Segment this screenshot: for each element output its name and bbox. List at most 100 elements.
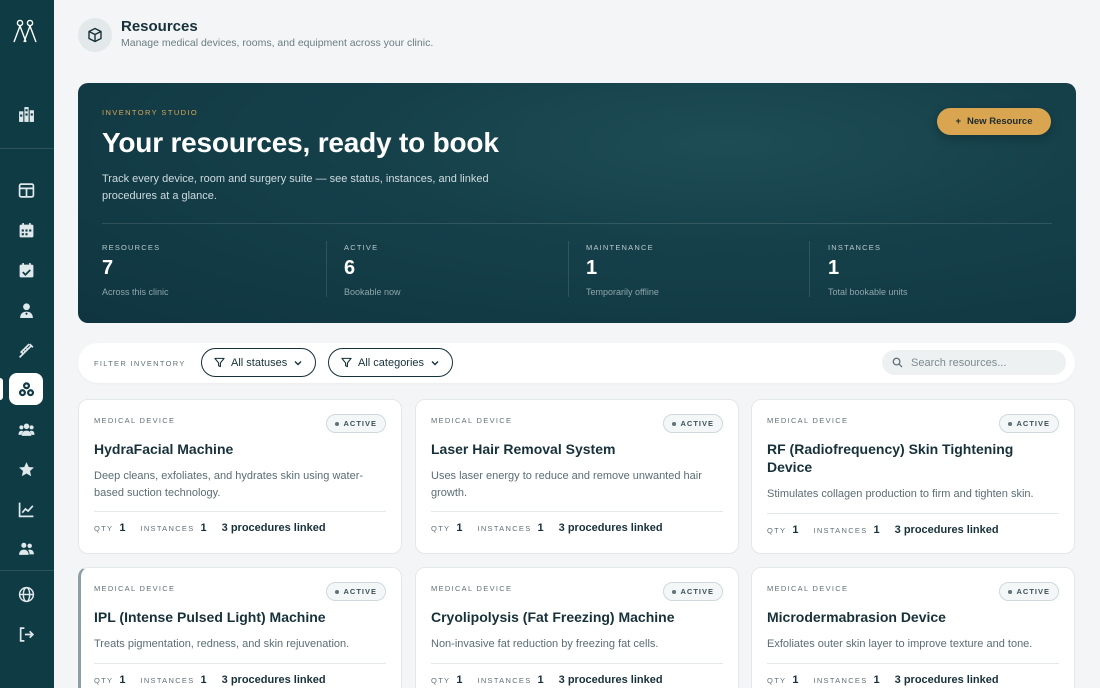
globe-icon: [18, 586, 34, 602]
status-label: ACTIVE: [1016, 587, 1050, 596]
qty-label: QTY: [767, 675, 787, 685]
stat-maintenance: MAINTENANCE 1 Temporarily offline: [568, 241, 808, 299]
status-label: ACTIVE: [680, 587, 714, 596]
status-label: ACTIVE: [343, 587, 377, 596]
card-title: Microdermabrasion Device: [767, 609, 946, 625]
stat-resources: RESOURCES 7 Across this clinic: [102, 241, 342, 299]
instances-label: INSTANCES: [813, 675, 868, 685]
calendar-icon: [19, 222, 33, 237]
sidebar-item-practitioners[interactable]: [9, 294, 43, 326]
plus-icon: +: [955, 116, 962, 127]
search-icon: [892, 357, 903, 368]
layout-icon: [18, 182, 34, 198]
team-icon: [18, 542, 34, 555]
sidebar-item-procedures[interactable]: [9, 334, 43, 366]
inventory-hero: INVENTORY STUDIO Your resources, ready t…: [78, 83, 1076, 323]
card-title: RF (Radiofrequency) Skin Tightening Devi…: [767, 441, 1014, 475]
stat-label: INSTANCES: [828, 243, 882, 252]
card-description: Non-invasive fat reduction by freezing f…: [431, 638, 659, 650]
card-divider: [94, 663, 386, 664]
card-meta: QTY 1 INSTANCES 1 3 procedures linked: [431, 522, 663, 534]
qty-label: QTY: [94, 675, 114, 685]
chevron-down-icon: [294, 360, 302, 365]
stat-divider: [809, 241, 810, 297]
resources-header-icon: [78, 18, 112, 52]
brand-logo-icon[interactable]: [11, 17, 39, 45]
status-badge: ACTIVE: [999, 582, 1059, 601]
status-dot: [335, 421, 340, 426]
category-filter-label: All categories: [358, 356, 425, 369]
sidebar-item-clients[interactable]: [9, 413, 43, 445]
qty-value: 1: [456, 674, 463, 686]
status-label: ACTIVE: [680, 419, 714, 428]
filter-bar: FILTER INVENTORY All statuses All catego…: [78, 343, 1075, 383]
sidebar-item-logout[interactable]: [9, 618, 43, 650]
sidebar-item-dashboard[interactable]: [9, 174, 43, 206]
resource-card[interactable]: MEDICAL DEVICE ACTIVE HydraFacial Machin…: [78, 399, 402, 554]
instances-value: 1: [200, 674, 207, 686]
qty-value: 1: [792, 524, 799, 536]
status-dot: [1008, 421, 1013, 426]
sidebar-divider: [0, 570, 54, 571]
hero-divider: [102, 223, 1052, 224]
qty-label: QTY: [767, 525, 787, 535]
qty-label: QTY: [431, 523, 451, 533]
status-badge: ACTIVE: [663, 414, 723, 433]
stat-instances: INSTANCES 1 Total bookable units: [809, 241, 1049, 299]
resource-card[interactable]: MEDICAL DEVICE ACTIVE IPL (Intense Pulse…: [78, 567, 402, 688]
resource-card[interactable]: MEDICAL DEVICE ACTIVE RF (Radiofrequency…: [751, 399, 1075, 554]
status-badge: ACTIVE: [999, 414, 1059, 433]
stat-divider: [568, 241, 569, 297]
category-filter-dropdown[interactable]: All categories: [328, 348, 454, 377]
resource-card[interactable]: MEDICAL DEVICE ACTIVE Microdermabrasion …: [751, 567, 1075, 688]
stat-note: Total bookable units: [828, 287, 908, 297]
sidebar-item-language[interactable]: [9, 578, 43, 610]
qty-value: 1: [119, 674, 126, 686]
sidebar-item-clinics[interactable]: [9, 98, 43, 130]
procedures-linked: 3 procedures linked: [558, 522, 663, 534]
resource-card[interactable]: MEDICAL DEVICE ACTIVE Cryolipolysis (Fat…: [415, 567, 739, 688]
card-description: Uses laser energy to reduce and remove u…: [431, 470, 702, 499]
procedures-linked: 3 procedures linked: [894, 524, 999, 536]
card-category: MEDICAL DEVICE: [431, 584, 513, 593]
sidebar-item-appointments[interactable]: [9, 254, 43, 286]
status-badge: ACTIVE: [326, 582, 386, 601]
sidebar-item-team[interactable]: [9, 532, 43, 564]
stat-note: Across this clinic: [102, 287, 169, 297]
procedures-linked: 3 procedures linked: [558, 674, 663, 686]
sidebar-item-resources[interactable]: [9, 373, 43, 405]
page-title: Resources: [121, 18, 198, 35]
stat-label: MAINTENANCE: [586, 243, 654, 252]
sidebar-item-analytics[interactable]: [9, 493, 43, 525]
card-category: MEDICAL DEVICE: [94, 584, 176, 593]
filter-icon: [341, 357, 352, 368]
stat-note: Temporarily offline: [586, 287, 659, 297]
instances-label: INSTANCES: [477, 675, 532, 685]
hero-title: Your resources, ready to book: [102, 127, 499, 158]
card-meta: QTY 1 INSTANCES 1 3 procedures linked: [767, 674, 999, 686]
status-label: ACTIVE: [1016, 419, 1050, 428]
card-divider: [94, 511, 386, 512]
instances-label: INSTANCES: [813, 525, 868, 535]
instances-value: 1: [873, 674, 880, 686]
new-resource-label: New Resource: [967, 116, 1033, 127]
card-divider: [431, 511, 723, 512]
card-meta: QTY 1 INSTANCES 1 3 procedures linked: [94, 674, 326, 686]
sidebar-item-calendar[interactable]: [9, 214, 43, 246]
status-badge: ACTIVE: [663, 582, 723, 601]
card-category: MEDICAL DEVICE: [767, 584, 849, 593]
qty-value: 1: [456, 522, 463, 534]
status-dot: [1008, 589, 1013, 594]
sidebar-item-reviews[interactable]: [9, 453, 43, 485]
card-title: Laser Hair Removal System: [431, 441, 616, 457]
status-filter-dropdown[interactable]: All statuses: [201, 348, 317, 377]
procedures-linked: 3 procedures linked: [221, 522, 326, 534]
resource-card[interactable]: MEDICAL DEVICE ACTIVE Laser Hair Removal…: [415, 399, 739, 554]
resources-icon: [18, 381, 34, 396]
star-icon: [18, 461, 34, 476]
instances-label: INSTANCES: [140, 675, 195, 685]
qty-value: 1: [119, 522, 126, 534]
card-category: MEDICAL DEVICE: [767, 416, 849, 425]
new-resource-button[interactable]: + New Resource: [937, 108, 1051, 135]
search-input[interactable]: [911, 356, 1051, 369]
